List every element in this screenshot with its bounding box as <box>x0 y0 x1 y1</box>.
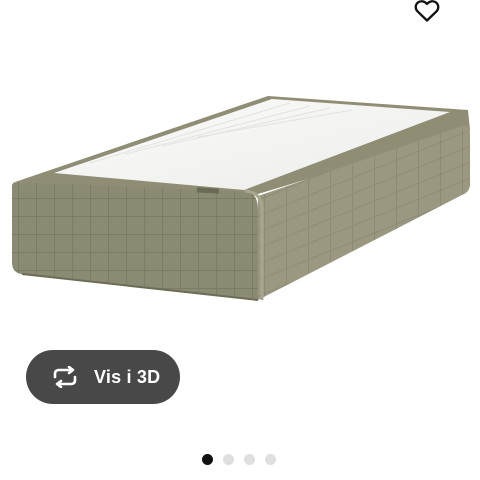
heart-icon <box>414 0 440 28</box>
view-in-3d-label: Vis i 3D <box>94 366 161 387</box>
product-image[interactable] <box>0 0 480 330</box>
carousel-dot[interactable] <box>223 453 234 465</box>
carousel-dot[interactable] <box>265 453 276 465</box>
view-in-3d-button[interactable]: Vis i 3D <box>26 350 180 404</box>
carousel-dot[interactable] <box>244 453 255 465</box>
rotate-icon <box>50 365 80 389</box>
carousel-pagination <box>202 453 276 465</box>
product-gallery: Vis i 3D <box>0 0 480 480</box>
favorite-button[interactable] <box>410 0 444 26</box>
carousel-dot-active[interactable] <box>202 453 213 465</box>
bed-front-face <box>12 182 258 300</box>
